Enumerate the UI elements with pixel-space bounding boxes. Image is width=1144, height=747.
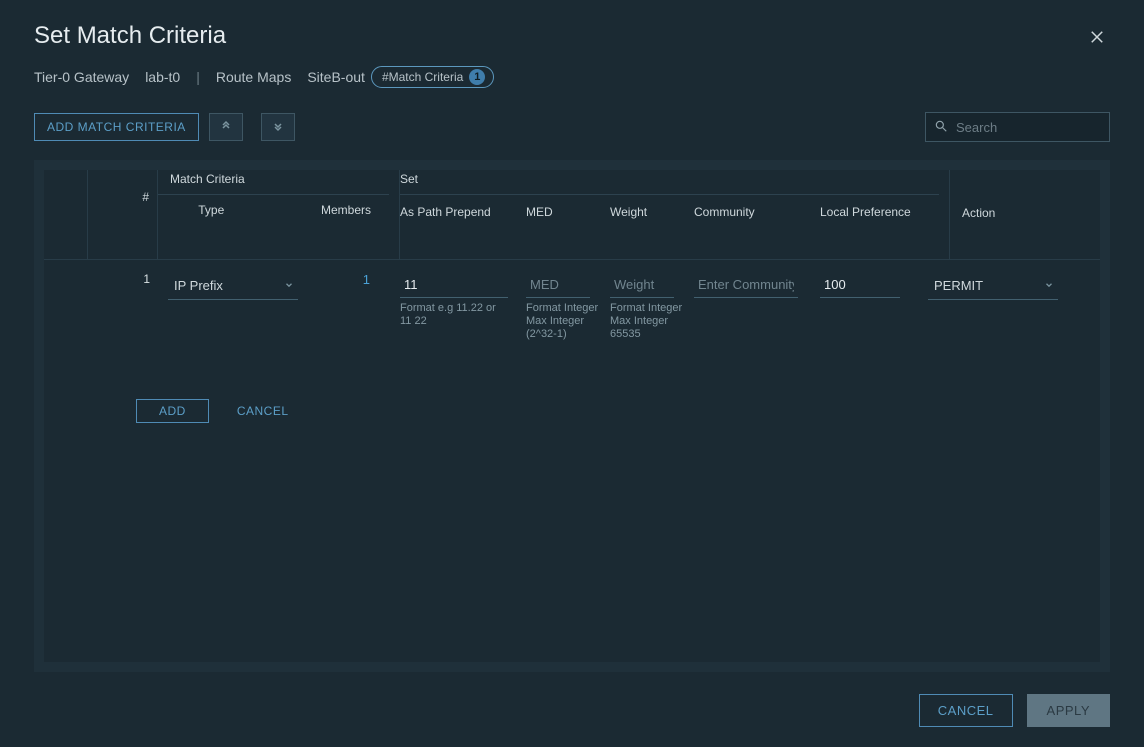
breadcrumb: Tier-0 Gateway lab-t0 | Route Maps SiteB… xyxy=(34,66,1110,88)
add-match-criteria-button[interactable]: ADD MATCH CRITERIA xyxy=(34,113,199,141)
breadcrumb-siteb-out: SiteB-out xyxy=(307,69,365,85)
expand-all-button[interactable] xyxy=(261,113,295,141)
col-action: Action xyxy=(950,170,1100,259)
search-input[interactable] xyxy=(954,119,1134,136)
breadcrumb-labt0: lab-t0 xyxy=(145,69,180,85)
search-icon xyxy=(934,119,948,136)
row-add-button[interactable]: ADD xyxy=(136,399,209,423)
modal-set-match-criteria: Set Match Criteria Tier-0 Gateway lab-t0… xyxy=(0,0,1144,747)
type-dropdown[interactable]: IP Prefix xyxy=(168,272,298,300)
col-weight: Weight xyxy=(610,201,694,223)
breadcrumb-separator: | xyxy=(196,69,200,85)
row-cancel-button[interactable]: CANCEL xyxy=(237,404,289,418)
aspath-input[interactable] xyxy=(400,272,508,298)
aspath-hint: Format e.g 11.22 or 11 22 xyxy=(400,302,510,328)
community-input[interactable] xyxy=(694,272,798,298)
members-link[interactable]: 1 xyxy=(308,272,400,341)
search-input-wrapper[interactable] xyxy=(925,112,1110,142)
col-med: MED xyxy=(526,201,610,223)
weight-hint: Format Integer Max Integer 65535 xyxy=(610,302,690,341)
col-members: Members xyxy=(265,203,390,217)
breadcrumb-tier0: Tier-0 Gateway xyxy=(34,69,129,85)
col-type: Type xyxy=(158,203,265,217)
page-title: Set Match Criteria xyxy=(34,22,1110,50)
collapse-all-button[interactable] xyxy=(209,113,243,141)
double-chevron-up-icon xyxy=(220,120,232,135)
col-localpref: Local Preference xyxy=(820,201,918,223)
chip-count: 1 xyxy=(469,69,485,85)
double-chevron-down-icon xyxy=(272,120,284,135)
row-action-bar: ADD CANCEL xyxy=(136,399,1100,423)
footer-actions: CANCEL APPLY xyxy=(34,694,1110,727)
cancel-button[interactable]: CANCEL xyxy=(919,694,1013,727)
col-aspath: As Path Prepend xyxy=(400,201,526,223)
col-community: Community xyxy=(694,201,820,223)
match-criteria-chip[interactable]: #Match Criteria 1 xyxy=(371,66,494,88)
med-hint: Format Integer Max Integer (2^32-1) xyxy=(526,302,606,341)
col-index: # xyxy=(88,170,158,259)
col-set: Set xyxy=(400,170,939,195)
type-selected: IP Prefix xyxy=(174,278,223,293)
toolbar: ADD MATCH CRITERIA xyxy=(34,112,1110,142)
chip-label: #Match Criteria xyxy=(382,70,463,84)
action-dropdown[interactable]: PERMIT xyxy=(928,272,1058,300)
col-match-criteria: Match Criteria xyxy=(158,170,389,195)
apply-button[interactable]: APPLY xyxy=(1027,694,1110,727)
chevron-down-icon xyxy=(1044,278,1054,293)
table-row: 1 IP Prefix 1 Format e.g 11.22 or 11 22 xyxy=(44,260,1100,341)
action-selected: PERMIT xyxy=(934,278,983,293)
med-input[interactable] xyxy=(526,272,590,298)
close-icon[interactable] xyxy=(1088,28,1108,48)
weight-input[interactable] xyxy=(610,272,674,298)
row-index: 1 xyxy=(88,272,158,341)
chevron-down-icon xyxy=(284,278,294,293)
criteria-grid: # Match Criteria Type Members Set As Pat… xyxy=(34,160,1110,672)
localpref-input[interactable] xyxy=(820,272,900,298)
breadcrumb-routemaps: Route Maps xyxy=(216,69,291,85)
